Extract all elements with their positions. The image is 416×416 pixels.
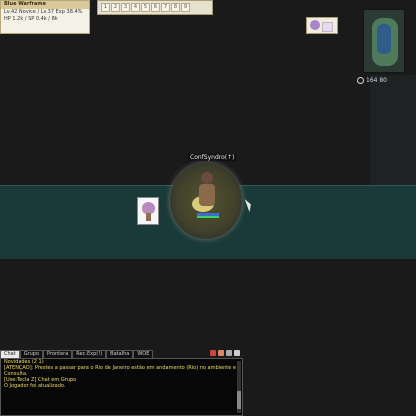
status-line-1: Lv.42 Novice / Lv.37 Exp 38.4% <box>4 9 83 15</box>
player-sp-bar <box>197 216 219 218</box>
hotkey-slot-7[interactable]: 7 <box>161 3 170 12</box>
potion-icon <box>310 20 320 30</box>
card-icon <box>322 22 333 32</box>
chat-resize-icon[interactable] <box>226 350 232 356</box>
mushroom-stem-icon <box>146 213 151 221</box>
hotkey-slot-4[interactable]: 4 <box>131 3 140 12</box>
map-wall-right <box>370 75 416 185</box>
chat-tab-chat[interactable]: Chat <box>0 350 20 358</box>
chat-minimize-icon[interactable] <box>234 350 240 356</box>
minimap[interactable] <box>363 9 405 73</box>
player-body <box>199 184 215 206</box>
player-head <box>201 172 213 184</box>
quick-menu-button[interactable] <box>306 17 338 34</box>
chat-tab-prontera[interactable]: Prontera <box>43 350 73 358</box>
hotkey-bar[interactable]: 1 2 3 4 5 6 7 8 9 <box>97 0 213 15</box>
hotkey-slot-1[interactable]: 1 <box>101 3 110 12</box>
chat-scrollbar[interactable] <box>237 361 241 413</box>
chat-window-controls <box>210 350 240 356</box>
hotkey-slot-9[interactable]: 9 <box>181 3 190 12</box>
chat-tab-battle[interactable]: Batalha <box>106 350 134 358</box>
chat-message: [ATENÇÃO]: Prestes a passar para o Rio d… <box>4 365 236 371</box>
player-character[interactable] <box>192 170 218 216</box>
status-window[interactable]: Blue Warframe Lv.42 Novice / Lv.37 Exp 3… <box>0 0 90 34</box>
hotkey-slot-2[interactable]: 2 <box>111 3 120 12</box>
chat-window[interactable]: Chat Grupo Prontera Rec.Exp(!) Batalha W… <box>0 350 243 416</box>
chat-tabs: Chat Grupo Prontera Rec.Exp(!) Batalha W… <box>0 350 154 358</box>
chat-tab-woe[interactable]: WOE <box>133 350 154 358</box>
magnifier-icon[interactable] <box>357 77 364 84</box>
chat-scroll-thumb[interactable] <box>237 391 241 409</box>
chat-log[interactable]: Novidades (2 1) [ATENÇÃO]: Prestes a pas… <box>0 358 243 416</box>
minimap-water <box>377 24 391 54</box>
hotkey-slot-6[interactable]: 6 <box>151 3 160 12</box>
hotkey-slot-8[interactable]: 8 <box>171 3 180 12</box>
hotkey-slot-5[interactable]: 5 <box>141 3 150 12</box>
status-window-title: Blue Warframe <box>1 1 89 9</box>
npc-mushroom-portrait[interactable] <box>137 197 159 225</box>
chat-tab-exp[interactable]: Rec.Exp(!) <box>72 350 107 358</box>
map-coordinates: 164 80 <box>357 77 387 84</box>
hotkey-slot-3[interactable]: 3 <box>121 3 130 12</box>
coords-text: 164 80 <box>366 77 387 84</box>
chat-message: O Jogador foi atualizado. <box>4 383 66 389</box>
player-name-tag: ConfSyndro(↑) <box>188 154 237 161</box>
status-line-2: HP 1.2k / SP 0.4k / 8k <box>4 16 58 22</box>
chat-close-icon[interactable] <box>210 350 216 356</box>
chat-tab-group[interactable]: Grupo <box>19 350 44 358</box>
chat-settings-icon[interactable] <box>218 350 224 356</box>
